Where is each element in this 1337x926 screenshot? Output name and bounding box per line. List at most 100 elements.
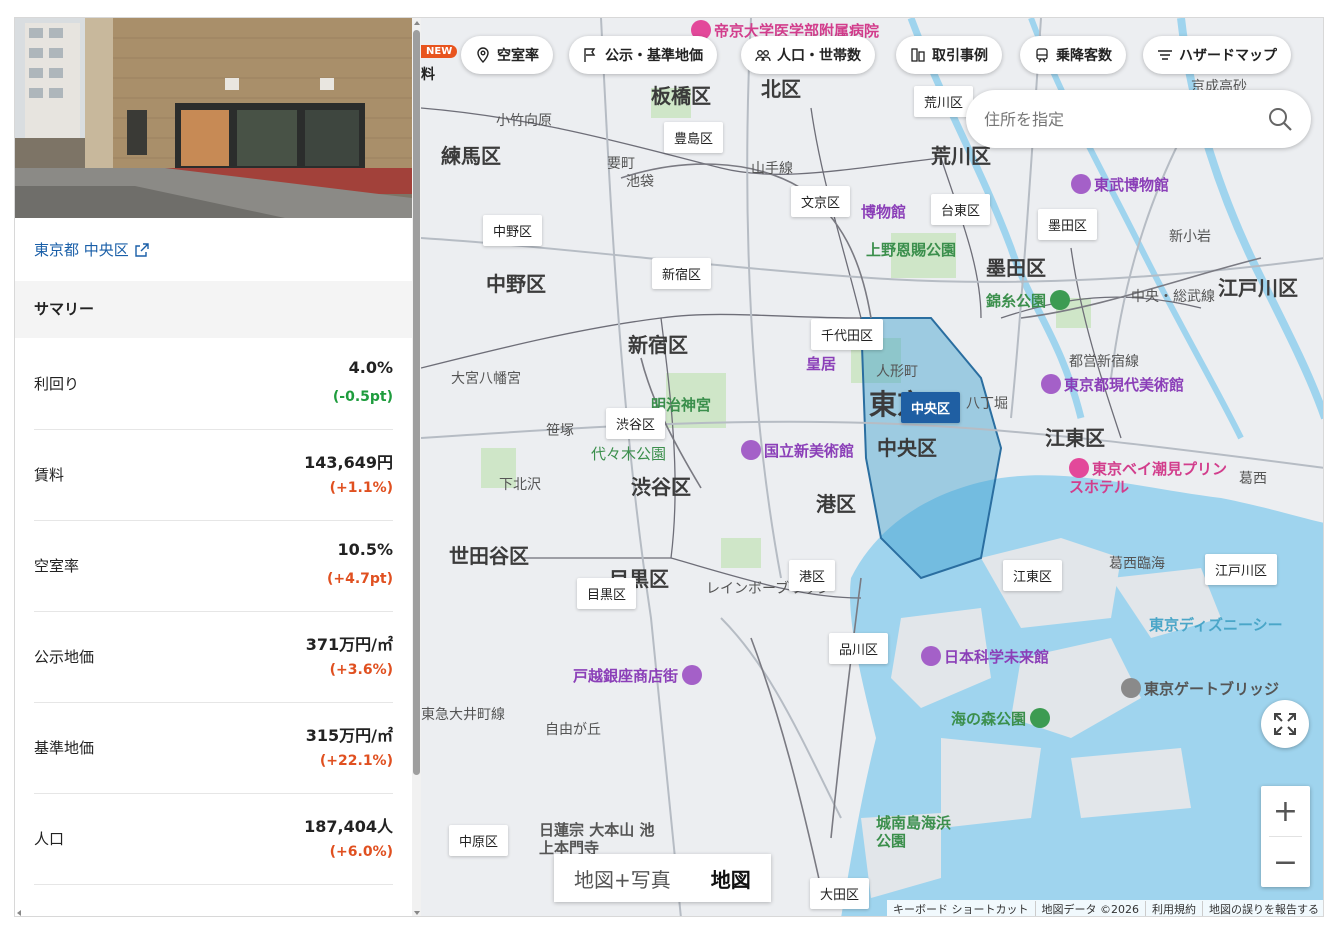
ward-meguro[interactable]: 目黒区 [577, 578, 637, 609]
filter-chip-population[interactable]: 人口・世帯数 [741, 36, 875, 74]
map-label-kita: 北区 [761, 77, 801, 101]
ward-nakahara[interactable]: 中原区 [449, 825, 509, 856]
train-icon [1036, 48, 1048, 63]
search-icon[interactable] [1267, 106, 1293, 132]
metric-label: 利回り [34, 375, 80, 393]
metric-value: 143,649円 [304, 453, 393, 472]
poi-national-art-center[interactable]: 国立新美術館 [741, 440, 854, 461]
location-link[interactable]: 東京都 中央区 [34, 239, 149, 260]
map-label-ningyocho: 人形町 [876, 364, 918, 380]
park-icon [1030, 708, 1051, 728]
metric-change: (+22.1%) [319, 753, 393, 769]
metric-official-land-price: 公示地価 371万円/㎡ (+3.6%) [34, 612, 393, 703]
poi-yoyogi-park[interactable]: 代々木公園 [591, 443, 666, 464]
ward-taito[interactable]: 台東区 [931, 194, 991, 225]
ward-minato[interactable]: 港区 [789, 560, 836, 591]
map-label-shinjuku-big: 新宿区 [628, 333, 688, 357]
filter-chip-cut[interactable]: NEW 料 [421, 36, 458, 83]
metric-change: (+6.0%) [329, 844, 393, 860]
scrollbar-thumb[interactable] [413, 30, 420, 775]
ward-bunkyo[interactable]: 文京区 [791, 186, 851, 217]
park-icon [1050, 290, 1071, 310]
street-view-photo[interactable] [15, 18, 412, 218]
poi-tobu-museum[interactable]: 東武博物館 [1071, 174, 1169, 195]
ward-shinjuku[interactable]: 新宿区 [652, 258, 712, 289]
poi-ikegami-honmonji[interactable]: 日蓮宗 大本山 池上本門寺 [539, 821, 659, 857]
map-label-ohmiya: 大宮八幡宮 [451, 371, 521, 387]
zoom-out-button[interactable]: − [1261, 837, 1310, 887]
ward-koto[interactable]: 江東区 [1003, 560, 1063, 591]
people-icon [755, 50, 771, 62]
filter-chip-vacancy[interactable]: 空室率 [461, 36, 553, 74]
chip-cut-label: 料 [421, 67, 435, 83]
poi-kinshi-park[interactable]: 錦糸公園 [986, 290, 1073, 311]
ward-toshima[interactable]: 豊島区 [664, 122, 724, 153]
zoom-in-button[interactable]: + [1261, 786, 1310, 836]
map-label-kasai: 葛西 [1239, 471, 1267, 487]
metric-value: 4.0% [348, 358, 393, 377]
pin-icon [477, 47, 489, 63]
scroll-left-arrow-icon[interactable] [17, 910, 21, 916]
map-label-itabashi: 板橋区 [651, 84, 711, 108]
metrics-list: 利回り 4.0% (-0.5pt) 賃料 143,649円 (+1.1%) 空室… [34, 339, 393, 885]
keyboard-shortcuts-link[interactable]: キーボード ショートカット [887, 901, 1035, 916]
zoom-control: + − [1261, 786, 1310, 887]
address-search-input[interactable] [984, 109, 1267, 129]
poi-gate-bridge[interactable]: 東京ゲートブリッジ [1121, 678, 1279, 699]
metric-label: 人口 [34, 830, 65, 848]
poi-imperial-palace[interactable]: 皇居 [806, 353, 836, 374]
filter-chip-transactions[interactable]: 取引事例 [896, 36, 1002, 74]
map-data-credit: 地図データ ©2026 [1034, 901, 1146, 916]
new-badge: NEW [421, 45, 458, 58]
map-label-tokyu-oimachi: 東急大井町線 [421, 707, 505, 723]
metric-vacancy: 空室率 10.5% (+4.7pt) [34, 521, 393, 612]
fullscreen-button[interactable] [1261, 700, 1309, 748]
poi-disneysea[interactable]: 東京ディズニーシー [1149, 614, 1283, 635]
map-label-sumida-big: 墨田区 [986, 256, 1046, 280]
ward-shibuya[interactable]: 渋谷区 [606, 408, 666, 439]
metric-label: 基準地価 [34, 739, 95, 757]
ward-nakano[interactable]: 中野区 [483, 215, 543, 246]
ward-chuo-selected[interactable]: 中央区 [901, 392, 961, 423]
scroll-down-arrow-icon[interactable] [414, 911, 420, 915]
filter-chip-passengers[interactable]: 乗降客数 [1020, 36, 1126, 74]
poi-togoshi-ginza[interactable]: 戸越銀座商店街 [573, 665, 705, 686]
metric-value: 10.5% [337, 540, 393, 559]
summary-heading: サマリー [15, 281, 412, 338]
poi-mot-museum[interactable]: 東京都現代美術館 [1041, 374, 1184, 395]
metric-change: (-0.5pt) [332, 389, 393, 405]
ward-chiyoda[interactable]: 千代田区 [811, 319, 884, 350]
ward-shinagawa[interactable]: 品川区 [829, 633, 889, 664]
poi-miraikan[interactable]: 日本科学未来館 [921, 646, 1049, 667]
flag-icon [584, 48, 596, 62]
metric-value: 187,404人 [304, 817, 393, 836]
ward-sumida[interactable]: 墨田区 [1038, 209, 1098, 240]
street-view-image [15, 18, 412, 218]
metric-value: 315万円/㎡ [305, 726, 393, 745]
museum-icon [1071, 174, 1091, 194]
poi-bay-hotel[interactable]: 東京ベイ潮見プリンスホテル [1069, 458, 1229, 496]
address-search-box[interactable] [966, 90, 1311, 148]
map-label-toei-shinjuku: 都営新宿線 [1069, 354, 1139, 370]
poi-hakubutsukan[interactable]: 博物館 [861, 201, 906, 222]
terms-link[interactable]: 利用規約 [1145, 901, 1202, 916]
filter-chip-land-price[interactable]: 公示・基準地価 [569, 36, 717, 74]
toggle-map[interactable]: 地図 [691, 854, 771, 902]
metric-change: (+1.1%) [329, 480, 393, 496]
panel-scrollbar[interactable] [412, 18, 421, 916]
poi-uminomori-park[interactable]: 海の森公園 [951, 708, 1053, 729]
scroll-up-arrow-icon[interactable] [414, 21, 420, 25]
ward-arakawa[interactable]: 荒川区 [914, 86, 974, 117]
ward-edogawa[interactable]: 江戸川区 [1205, 554, 1278, 585]
poi-ueno-park[interactable]: 上野恩賜公園 [866, 239, 956, 260]
app-frame: 東京都 中央区 サマリー 利回り 4.0% (-0.5pt) 賃料 143,64… [14, 17, 1324, 917]
filter-chip-hazard-map[interactable]: ハザードマップ [1143, 36, 1291, 74]
ward-ota[interactable]: 大田区 [810, 878, 870, 909]
metric-population: 人口 187,404人 (+6.0%) [34, 794, 393, 885]
toggle-map-photo[interactable]: 地図+写真 [554, 854, 691, 902]
report-error-link[interactable]: 地図の誤りを報告する [1202, 901, 1323, 916]
map-view[interactable]: 板橋区 北区 練馬区 荒川区 中野区 墨田区 江戸川区 新宿区 中央区 江東区 … [421, 18, 1323, 916]
plus-icon: + [1272, 793, 1299, 829]
poi-jonanjima-park[interactable]: 城南島海浜公園 [876, 814, 956, 850]
map-label-edogawa-big: 江戸川区 [1218, 276, 1298, 300]
